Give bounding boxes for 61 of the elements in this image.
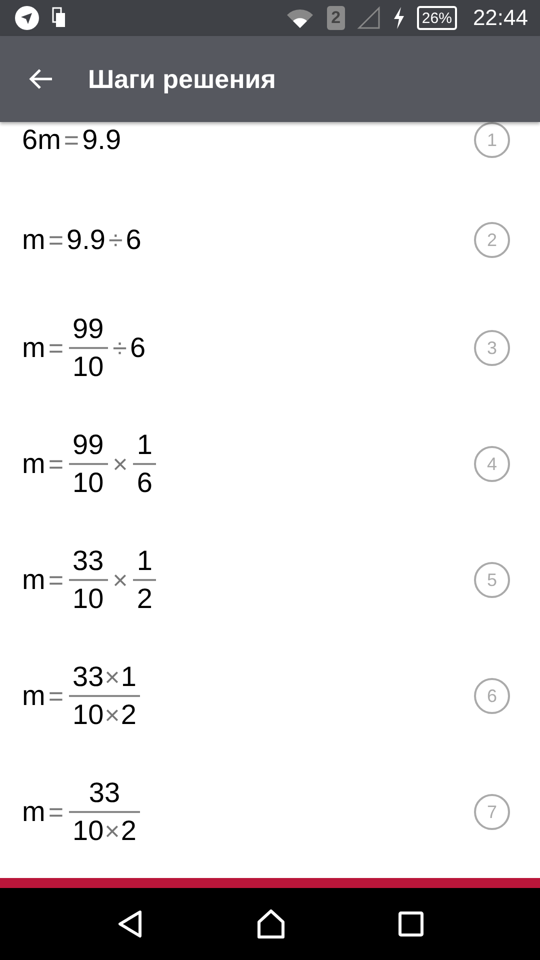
signal-icon [356, 6, 381, 30]
math-term: 9.9 [82, 124, 122, 156]
screen-title: Шаги решения [88, 64, 276, 94]
math-term: 10 [72, 583, 104, 615]
math-term: 33 [72, 545, 104, 577]
math-operator: = [62, 124, 80, 156]
math-operator: = [47, 448, 65, 480]
sim-icon: 2 [326, 6, 345, 30]
clock-time: 22:44 [472, 5, 528, 31]
math-operator: × [112, 564, 129, 596]
recent-apps-icon[interactable] [398, 911, 424, 937]
math-term: m [22, 332, 46, 364]
math-term: 9.9 [66, 224, 106, 256]
math-operator: × [104, 700, 121, 730]
battery-level: 26% [416, 6, 457, 30]
math-term: 99 [72, 313, 104, 345]
math-term: 33 [72, 661, 104, 693]
math-term: 99 [72, 429, 104, 461]
math-term: 10 [72, 699, 104, 731]
math-operator: = [47, 680, 65, 712]
step-number: 1 [474, 122, 510, 158]
step-number: 5 [474, 562, 510, 598]
math-term: 1 [120, 661, 136, 693]
math-operator: × [104, 816, 121, 846]
math-term: m [22, 680, 46, 712]
math-term: 2 [120, 699, 136, 731]
math-term: m [22, 224, 46, 256]
step-number: 6 [474, 678, 510, 714]
math-term: 10 [72, 467, 104, 499]
math-operator: = [47, 332, 65, 364]
device-icon [52, 7, 66, 29]
math-term: 6 [130, 332, 146, 364]
math-term: m [22, 564, 46, 596]
back-icon[interactable] [116, 909, 144, 939]
home-icon[interactable] [256, 909, 286, 939]
math-term: 10 [72, 351, 104, 383]
step-number: 3 [474, 330, 510, 366]
math-term: 2 [120, 815, 136, 847]
math-term: 1 [136, 545, 152, 577]
math-operator: ÷ [107, 224, 124, 256]
math-term: 6m [22, 124, 61, 156]
step-number: 4 [474, 446, 510, 482]
math-term: 33 [88, 777, 120, 809]
navigation-icon [14, 5, 40, 31]
math-term: m [22, 796, 46, 828]
math-term: 2 [136, 583, 152, 615]
math-term: 1 [136, 429, 152, 461]
math-term: 6 [126, 224, 142, 256]
math-term: 10 [72, 815, 104, 847]
charging-icon [392, 7, 405, 29]
math-operator: = [47, 796, 65, 828]
math-term: 6 [136, 467, 152, 499]
math-operator: × [104, 662, 121, 692]
math-operator: ÷ [112, 332, 128, 364]
math-operator: = [47, 564, 65, 596]
math-term: m [22, 448, 46, 480]
math-operator: × [112, 448, 129, 480]
math-operator: = [47, 224, 65, 256]
step-number: 7 [474, 794, 510, 830]
back-arrow-icon[interactable] [28, 67, 54, 91]
step-number: 2 [474, 222, 510, 258]
